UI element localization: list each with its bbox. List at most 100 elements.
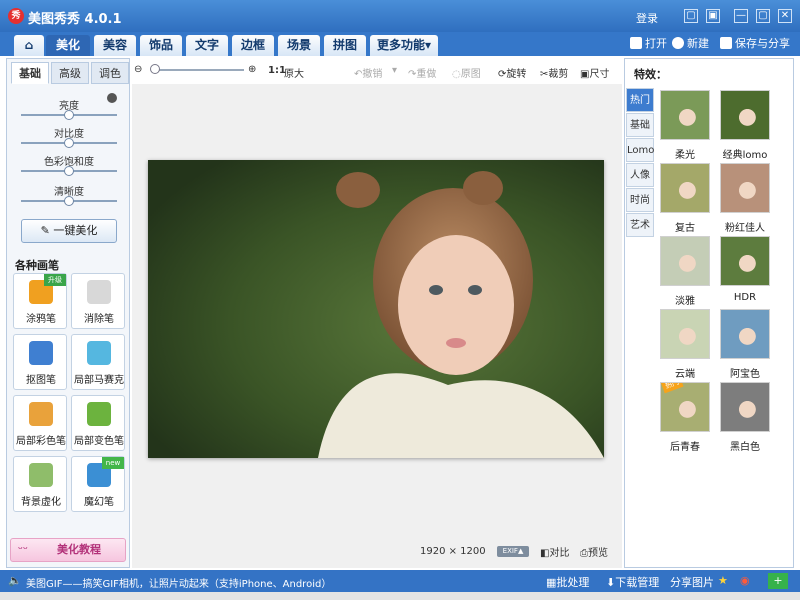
brush-0[interactable]: 涂鸦笔 升级 xyxy=(13,273,67,329)
effect-thumbnail-1[interactable] xyxy=(720,90,770,140)
zoom-in-icon[interactable]: ⊕ xyxy=(248,64,256,75)
redo-label: 重做 xyxy=(416,69,437,80)
contrast-slider[interactable] xyxy=(21,138,117,148)
tab-accessories[interactable]: 饰品 xyxy=(140,35,182,56)
effect-category-1[interactable]: 基础 xyxy=(626,113,654,137)
zoom-slider-knob[interactable] xyxy=(150,64,160,74)
mosaic-icon xyxy=(87,341,111,365)
tab-beautify[interactable]: 美化 xyxy=(46,35,90,56)
maximize-button[interactable]: ▢ xyxy=(756,9,770,23)
undo-button[interactable]: ↶撤销 xyxy=(354,65,382,80)
zoom-slider[interactable] xyxy=(154,69,244,71)
sharpness-slider[interactable] xyxy=(21,196,117,206)
brush-1[interactable]: 消除笔 xyxy=(71,273,125,329)
brush-label: 局部彩色笔 xyxy=(16,436,66,447)
effect-category-2[interactable]: Lomo xyxy=(626,138,654,162)
compare-button[interactable]: ◧对比 xyxy=(540,544,569,559)
download-manager-button[interactable]: ⬇下载管理 xyxy=(606,574,659,590)
slider-knob[interactable] xyxy=(64,138,74,148)
effect-thumbnail-9[interactable] xyxy=(720,382,770,432)
brush-4[interactable]: 局部彩色笔 xyxy=(13,395,67,451)
tab-frames[interactable]: 边框 xyxy=(232,35,274,56)
folder-icon xyxy=(630,37,642,49)
close-button[interactable]: ✕ xyxy=(778,9,792,23)
skin-icon[interactable]: ▣ xyxy=(706,9,720,23)
rotate-button[interactable]: ⟳旋转 xyxy=(498,65,526,80)
batch-button[interactable]: ▦批处理 xyxy=(546,574,589,590)
effect-category-0[interactable]: 热门 xyxy=(626,88,654,112)
crop-button[interactable]: ✂裁剪 xyxy=(540,65,568,80)
effect-thumbnail-4[interactable] xyxy=(660,236,710,286)
download-icon: ⬇ xyxy=(606,576,616,589)
effect-thumbnail-3[interactable] xyxy=(720,163,770,213)
photo-canvas[interactable] xyxy=(148,160,604,458)
one-click-label: 一键美化 xyxy=(53,224,98,237)
brush-7[interactable]: 魔幻笔 new xyxy=(71,456,125,512)
one-click-beautify-button[interactable]: ✎ 一键美化 xyxy=(21,219,117,243)
brush-5[interactable]: 局部变色笔 xyxy=(71,395,125,451)
brush-3[interactable]: 局部马赛克 xyxy=(71,334,125,390)
effect-thumbnail-2[interactable] xyxy=(660,163,710,213)
effect-category-4[interactable]: 时尚 xyxy=(626,188,654,212)
save-icon xyxy=(720,37,732,49)
add-share-icon[interactable]: + xyxy=(768,573,788,589)
promo-text[interactable]: 美图GIF——搞笑GIF相机，让照片动起来（支持iPhone、Android） xyxy=(26,575,331,590)
effect-thumbnail-8[interactable]: 热门 xyxy=(660,382,710,432)
brush-2[interactable]: 抠图笔 xyxy=(13,334,67,390)
effect-thumbnail-5[interactable] xyxy=(720,236,770,286)
resize-label: 尺寸 xyxy=(589,69,610,80)
actual-size-button[interactable]: 原大 xyxy=(284,65,304,80)
original-button[interactable]: ◌原图 xyxy=(452,65,481,80)
slider-knob[interactable] xyxy=(64,196,74,206)
tab-beauty[interactable]: 美容 xyxy=(94,35,136,56)
effect-category-3[interactable]: 人像 xyxy=(626,163,654,187)
brush-label: 消除笔 xyxy=(84,314,114,325)
original-icon: ◌ xyxy=(452,69,461,80)
qzone-icon[interactable]: ★ xyxy=(718,574,728,587)
brush-6[interactable]: 背景虚化 xyxy=(13,456,67,512)
message-icon[interactable]: ▢ xyxy=(684,9,698,23)
slider-knob[interactable] xyxy=(64,166,74,176)
effect-label: 云端 xyxy=(675,369,695,380)
new-button[interactable]: 新建 xyxy=(672,35,709,53)
taskbar-strip xyxy=(0,592,800,600)
tab-more-features[interactable]: 更多功能▾ xyxy=(370,35,438,56)
tab-collage[interactable]: 拼图 xyxy=(324,35,366,56)
pen-icon xyxy=(29,341,53,365)
resize-button[interactable]: ▣尺寸 xyxy=(580,65,609,80)
title-bar: 秀 美图秀秀 4.0.1 登录 ▢ ▣ — ▢ ✕ xyxy=(0,0,800,32)
effect-thumbnail-6[interactable] xyxy=(660,309,710,359)
brightness-slider[interactable] xyxy=(21,110,117,120)
exif-button[interactable]: EXIF▲ xyxy=(497,546,529,557)
home-icon: ⌂ xyxy=(24,38,34,52)
redo-button[interactable]: ↷重做 xyxy=(408,65,436,80)
saturation-slider[interactable] xyxy=(21,166,117,176)
weibo-icon[interactable]: ◉ xyxy=(740,574,750,587)
subtab-advanced[interactable]: 高级 xyxy=(51,62,89,84)
effect-thumbnail-0[interactable] xyxy=(660,90,710,140)
minimize-button[interactable]: — xyxy=(734,9,748,23)
app-logo-icon: 秀 xyxy=(8,8,24,24)
effect-thumbnail-7[interactable] xyxy=(720,309,770,359)
open-button[interactable]: 打开 xyxy=(630,35,667,53)
subtab-basic[interactable]: 基础 xyxy=(11,62,49,84)
subtab-color[interactable]: 调色 xyxy=(91,62,129,84)
effect-label: 柔光 xyxy=(675,150,695,161)
zoom-out-icon[interactable]: ⊖ xyxy=(134,64,142,75)
tab-text[interactable]: 文字 xyxy=(186,35,228,56)
slider-knob[interactable] xyxy=(64,110,74,120)
brush-icon xyxy=(29,402,53,426)
save-share-button[interactable]: 保存与分享 xyxy=(720,35,790,53)
login-link[interactable]: 登录 xyxy=(636,10,658,26)
effect-label: 淡雅 xyxy=(675,296,695,307)
effect-category-5[interactable]: 艺术 xyxy=(626,213,654,237)
brush-badge: new xyxy=(102,457,124,469)
footprint-icon: ᵕᵕ xyxy=(18,542,28,556)
preview-label: 预览 xyxy=(588,548,608,559)
preview-button[interactable]: ⎙预览 xyxy=(580,544,608,559)
brush-label: 背景虚化 xyxy=(21,497,61,508)
undo-dropdown-icon[interactable]: ▾ xyxy=(392,65,397,76)
bottom-bar: 🔈 美图GIF——搞笑GIF相机，让照片动起来（支持iPhone、Android… xyxy=(0,570,800,592)
tab-scenes[interactable]: 场景 xyxy=(278,35,320,56)
tab-home[interactable]: ⌂ xyxy=(14,35,44,56)
